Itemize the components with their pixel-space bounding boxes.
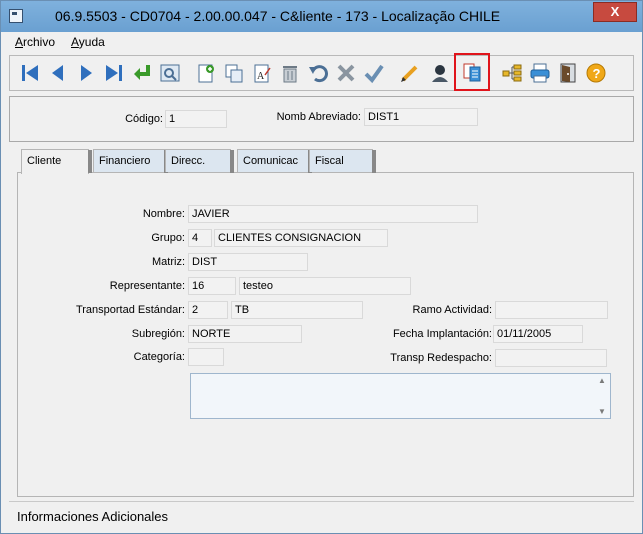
nomb-abreviado-field[interactable]: DIST1 — [364, 108, 478, 126]
nomb-abreviado-label: Nomb Abreviado: — [276, 111, 361, 123]
close-button[interactable]: X — [593, 2, 637, 22]
print-icon — [530, 63, 550, 83]
menu-bar: Archivo Ayuda — [1, 32, 642, 52]
help-button[interactable]: ? — [584, 61, 608, 85]
representante-code-field[interactable]: 16 — [188, 277, 236, 295]
grupo-code-field[interactable]: 4 — [188, 229, 212, 247]
delete-record-icon — [283, 66, 297, 83]
edit-record-button[interactable]: A — [250, 61, 274, 85]
save-check-icon — [364, 64, 384, 84]
fecha-implantacion-label: Fecha Implantación: — [392, 328, 492, 340]
undo-icon — [309, 65, 328, 83]
app-window: 06.9.5503 - CD0704 - 2.00.00.047 - C&lie… — [0, 0, 643, 534]
matriz-field[interactable]: DIST — [188, 253, 308, 271]
last-record-icon — [106, 65, 122, 81]
hierarchy-icon — [502, 64, 522, 82]
tab-fiscal[interactable]: Fiscal — [309, 149, 376, 173]
memo-scrollbar[interactable]: ▲ ▼ — [594, 374, 610, 418]
matriz-label: Matriz: — [152, 256, 185, 268]
search-record-icon — [160, 64, 180, 82]
copy-record-button[interactable] — [222, 61, 246, 85]
tab-comunicac[interactable]: Comunicac — [237, 149, 312, 173]
previous-record-icon — [52, 65, 63, 81]
transportad-code-field[interactable]: 2 — [188, 301, 228, 319]
nombre-field[interactable]: JAVIER — [188, 205, 478, 223]
print-button[interactable] — [528, 61, 552, 85]
codigo-label: Código: — [125, 113, 163, 125]
first-record-button[interactable] — [18, 61, 42, 85]
representante-desc-field: testeo — [239, 277, 411, 295]
ramo-actividad-label: Ramo Actividad: — [412, 304, 492, 316]
previous-record-button[interactable] — [46, 61, 70, 85]
user-button[interactable] — [428, 61, 452, 85]
fecha-implantacion-field[interactable]: 01/11/2005 — [493, 325, 583, 343]
first-record-icon — [22, 65, 38, 81]
grupo-desc-field: CLIENTES CONSIGNACION — [214, 229, 388, 247]
hierarchy-button[interactable] — [500, 61, 524, 85]
categoria-field[interactable] — [188, 348, 224, 366]
tab-direcc[interactable]: Direcc. — [165, 149, 234, 173]
new-record-icon — [198, 64, 214, 83]
undo-button[interactable] — [306, 61, 330, 85]
status-text: Informaciones Adicionales — [17, 509, 169, 524]
categoria-label: Categoría: — [133, 351, 185, 363]
svg-text:A: A — [257, 71, 265, 82]
representante-label: Representante: — [109, 280, 185, 292]
documents-button[interactable] — [454, 53, 490, 91]
user-icon — [432, 65, 448, 82]
save-button[interactable] — [362, 61, 386, 85]
next-record-button[interactable] — [74, 61, 98, 85]
edit-record-icon: A — [254, 64, 271, 83]
cancel-icon — [337, 64, 355, 82]
scroll-up-icon[interactable]: ▲ — [598, 376, 606, 385]
search-record-button[interactable] — [158, 61, 182, 85]
scroll-down-icon[interactable]: ▼ — [598, 407, 606, 416]
observations-textarea[interactable]: ▲ ▼ — [190, 373, 611, 419]
tab-financiero[interactable]: Financiero — [93, 149, 168, 173]
menu-archivo[interactable]: Archivo — [15, 35, 55, 49]
new-record-button[interactable] — [194, 61, 218, 85]
transp-redespacho-field[interactable] — [495, 349, 607, 367]
pencil-button[interactable] — [398, 61, 422, 85]
cancel-button[interactable] — [334, 61, 358, 85]
last-record-button[interactable] — [102, 61, 126, 85]
goto-record-button[interactable] — [130, 61, 154, 85]
transportad-desc-field: TB — [231, 301, 363, 319]
window-icon — [9, 9, 23, 23]
codigo-field[interactable]: 1 — [165, 110, 227, 128]
tab-cliente[interactable]: Cliente — [21, 149, 92, 174]
grupo-label: Grupo: — [151, 232, 185, 244]
subregion-label: Subregión: — [131, 328, 185, 340]
subregion-field[interactable]: NORTE — [188, 325, 302, 343]
transp-redespacho-label: Transp Redespacho: — [390, 352, 492, 364]
copy-record-icon — [225, 64, 243, 83]
help-icon: ? — [586, 63, 606, 83]
next-record-icon — [81, 65, 92, 81]
status-bar: Informaciones Adicionales — [9, 501, 634, 531]
svg-text:?: ? — [593, 66, 601, 81]
toolbar: A ? — [9, 53, 634, 91]
title-bar: 06.9.5503 - CD0704 - 2.00.00.047 - C&lie… — [1, 1, 642, 32]
ramo-actividad-field[interactable] — [495, 301, 608, 319]
exit-button[interactable] — [556, 61, 580, 85]
delete-record-button[interactable] — [278, 61, 302, 85]
transportad-label: Transportad Estándar: — [75, 304, 185, 316]
menu-ayuda[interactable]: Ayuda — [71, 35, 105, 49]
window-title: 06.9.5503 - CD0704 - 2.00.00.047 - C&lie… — [55, 8, 501, 24]
pencil-icon — [401, 65, 418, 82]
goto-record-icon — [134, 65, 150, 80]
exit-door-icon — [560, 63, 576, 83]
documents-icon — [463, 63, 481, 82]
nombre-label: Nombre: — [142, 208, 185, 220]
